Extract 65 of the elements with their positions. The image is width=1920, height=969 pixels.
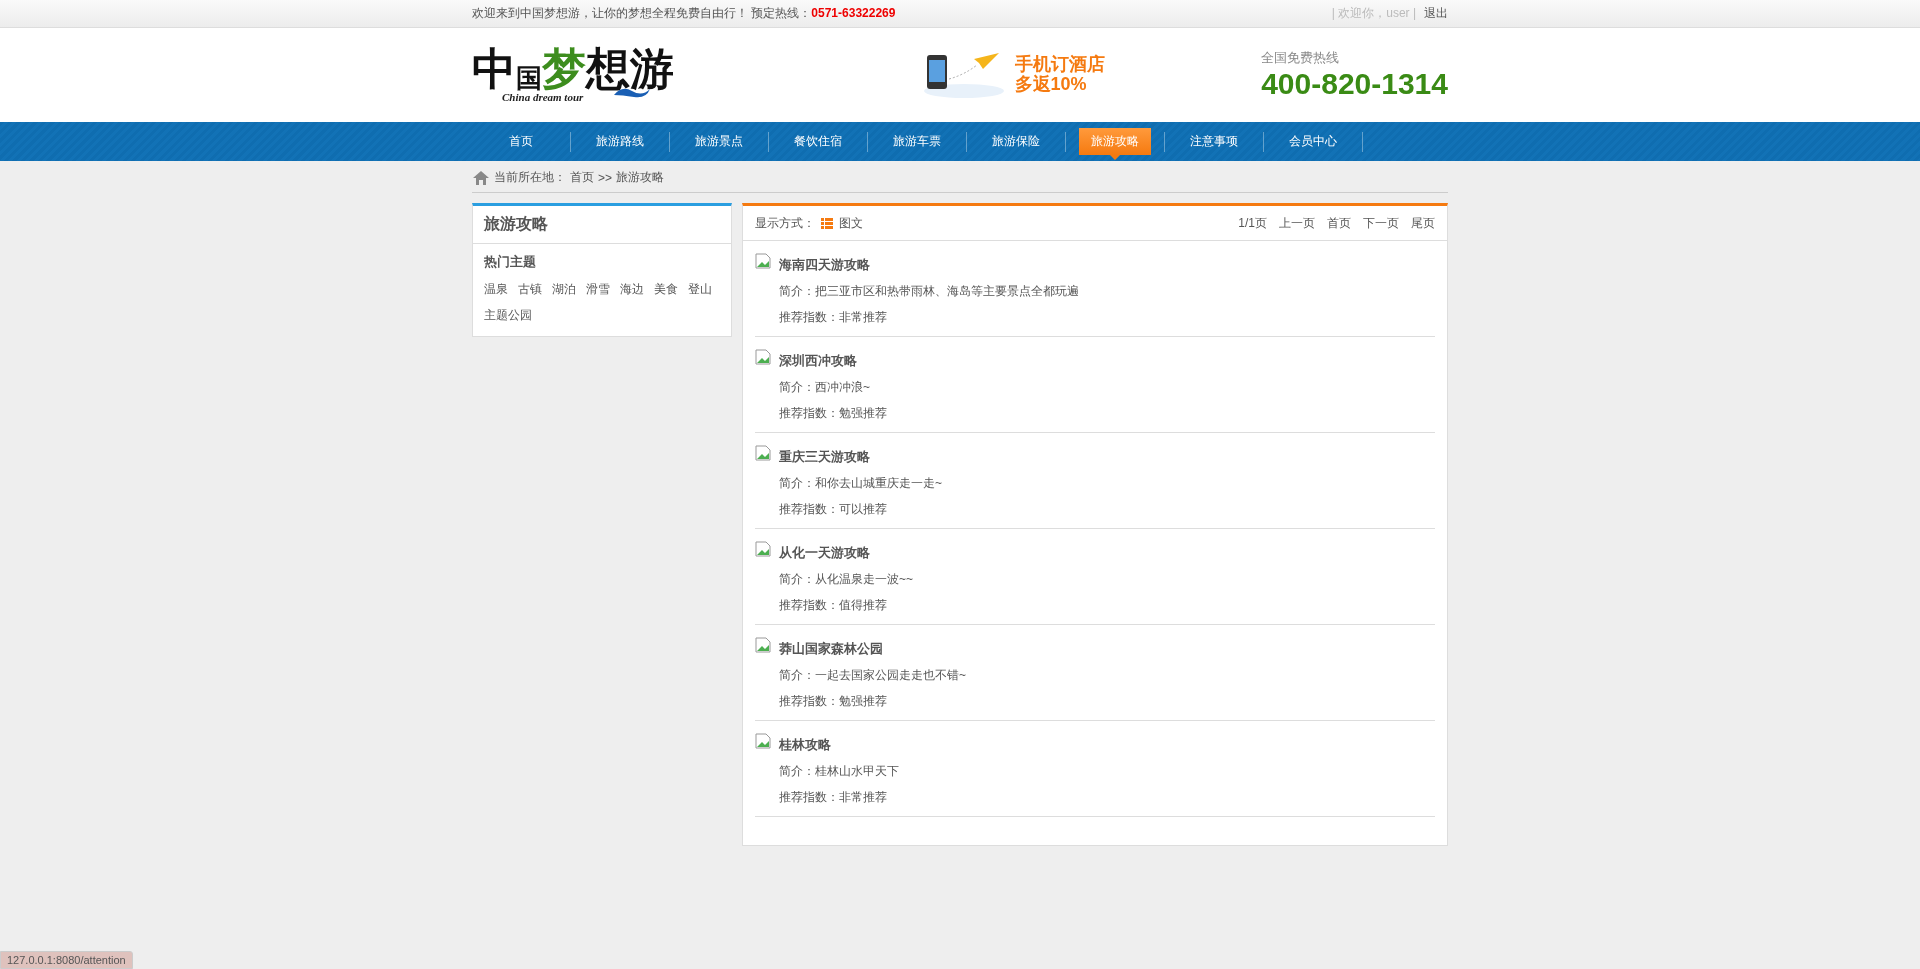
topic-link[interactable]: 湖泊 (552, 281, 576, 298)
topic-link[interactable]: 温泉 (484, 281, 508, 298)
pager-link[interactable]: 上一页 (1279, 215, 1315, 232)
welcome-text: 欢迎来到中国梦想游，让你的梦想全程免费自由行！ 预定热线： (472, 6, 812, 20)
broken-image-icon (755, 541, 771, 557)
sidebar-title: 旅游攻略 (473, 206, 731, 244)
topic-link[interactable]: 登山 (688, 281, 712, 298)
booking-hotline: 0571-63322269 (811, 6, 896, 20)
article-rating: 推荐指数：勉强推荐 (779, 693, 888, 710)
hotline-label: 全国免费热线 (1261, 49, 1340, 67)
promo-line: 多返10% (1014, 75, 1088, 95)
pager-link[interactable]: 尾页 (1411, 215, 1435, 232)
nav-tab[interactable]: 注意事项 (1178, 128, 1250, 155)
broken-image-icon (755, 445, 771, 461)
article-rating: 推荐指数：可以推荐 (779, 501, 888, 518)
home-icon (472, 169, 490, 186)
topic-link[interactable]: 海边 (620, 281, 644, 298)
nav-tab[interactable]: 会员中心 (1277, 128, 1349, 155)
topic-link[interactable]: 滑雪 (586, 281, 610, 298)
broken-image-icon (755, 253, 771, 269)
nav-tab[interactable]: 旅游景点 (683, 128, 755, 155)
article-summary: 简介：把三亚市区和热带雨林、海岛等主要景点全都玩遍 (779, 283, 1079, 300)
logout-link[interactable]: 退出 (1424, 5, 1448, 22)
topic-link[interactable]: 美食 (654, 281, 678, 298)
broken-image-icon (755, 637, 771, 653)
pager-link[interactable]: 下一页 (1363, 215, 1399, 232)
nav-tab[interactable]: 旅游路线 (584, 128, 656, 155)
nav-tab[interactable]: 旅游保险 (980, 128, 1052, 155)
broken-image-icon (755, 733, 771, 749)
article-title[interactable]: 重庆三天游攻略 (779, 448, 942, 466)
promo-line: 手机订酒店 (1014, 55, 1105, 75)
article-rating: 推荐指数：非常推荐 (779, 789, 888, 806)
article-rating: 推荐指数：勉强推荐 (779, 405, 887, 422)
article-summary: 简介：桂林山水甲天下 (779, 763, 899, 780)
article-summary: 简介：西冲冲浪~ (779, 379, 871, 396)
article-summary: 简介：从化温泉走一波~~ (779, 571, 913, 588)
article-title[interactable]: 海南四天游攻略 (779, 256, 1079, 274)
page-info: 1/1页 (1238, 215, 1267, 232)
article-summary: 简介：一起去国家公园走走也不错~ (779, 667, 966, 684)
breadcrumb-label: 当前所在地： (494, 169, 566, 186)
hotline-number: 400-820-1314 (1261, 67, 1448, 101)
nav-tab[interactable]: 餐饮住宿 (782, 128, 854, 155)
article-rating: 推荐指数：非常推荐 (779, 309, 888, 326)
section-title: 热门主题 (484, 254, 536, 269)
article-title[interactable]: 深圳西冲攻略 (779, 352, 887, 370)
topic-link[interactable]: 主题公园 (484, 307, 532, 324)
article-rating: 推荐指数：值得推荐 (779, 597, 888, 614)
display-mode-link[interactable]: 图文 (839, 215, 863, 232)
site-logo[interactable]: 中 国梦想游 China dream tour (472, 47, 672, 103)
pager-link[interactable]: 首页 (1327, 215, 1351, 232)
article-summary: 简介：和你去山城重庆走一走~ (779, 475, 942, 492)
pointer-icon (1110, 155, 1120, 160)
article-title[interactable]: 桂林攻略 (779, 736, 899, 754)
nav-tab[interactable]: 旅游车票 (881, 128, 953, 155)
article-title[interactable]: 莽山国家森林公园 (779, 640, 966, 658)
display-label: 显示方式： (755, 215, 815, 232)
topic-link[interactable]: 古镇 (518, 281, 542, 298)
broken-image-icon (755, 349, 771, 365)
breadcrumb-link[interactable]: 旅游攻略 (616, 169, 664, 186)
status-url: 127.0.0.1:8080/attention (0, 951, 133, 969)
article-title[interactable]: 从化一天游攻略 (779, 544, 913, 562)
breadcrumb-link[interactable]: 首页 (570, 169, 594, 186)
list-icon (821, 218, 833, 229)
nav-tab[interactable]: 首页 (497, 128, 545, 155)
breadcrumb-separator: >> (598, 170, 612, 185)
